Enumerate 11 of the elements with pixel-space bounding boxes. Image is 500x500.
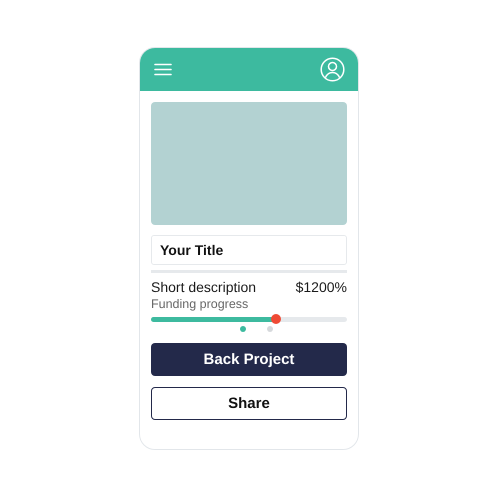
back-project-button[interactable]: Back Project: [151, 343, 347, 376]
profile-icon[interactable]: [320, 57, 345, 82]
funding-label: Funding progress: [151, 297, 250, 311]
share-button[interactable]: Share: [151, 387, 347, 420]
page-dot[interactable]: [240, 326, 246, 332]
menu-icon[interactable]: [154, 63, 172, 76]
title-field[interactable]: Your Title: [151, 235, 347, 265]
funding-amount: $1200%: [296, 279, 347, 295]
progress-thumb[interactable]: [271, 314, 282, 324]
short-description: Short description: [151, 279, 256, 295]
page-dot[interactable]: [266, 326, 272, 332]
